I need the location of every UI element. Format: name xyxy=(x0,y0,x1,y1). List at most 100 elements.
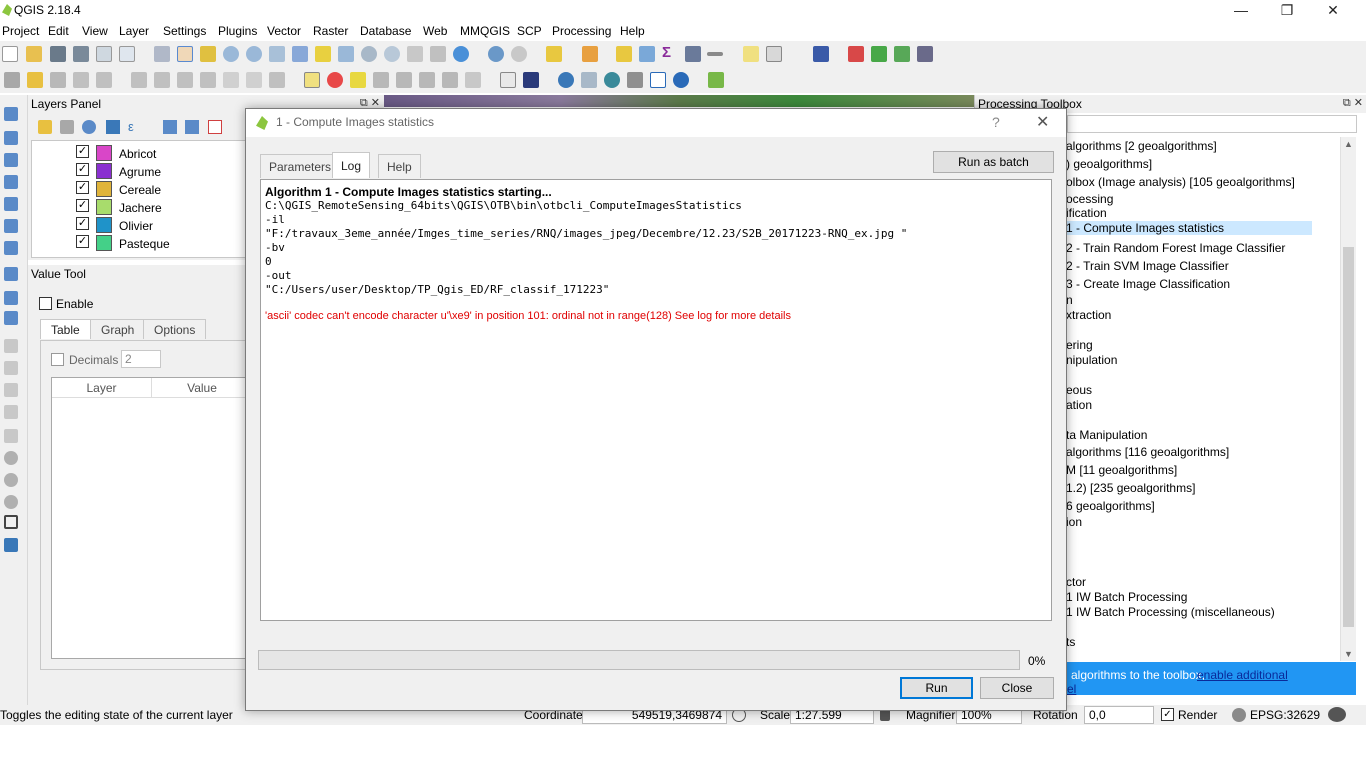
select-by-expression-icon[interactable] xyxy=(582,46,598,62)
rotate-label-icon[interactable] xyxy=(419,72,435,88)
pin-labels-icon[interactable] xyxy=(350,72,366,88)
panel-float-close-icons[interactable]: ⧉ ✕ xyxy=(1343,96,1363,110)
new-project-icon[interactable] xyxy=(2,46,18,62)
profile-chart-icon[interactable] xyxy=(650,72,666,88)
add-spatialite-icon[interactable] xyxy=(4,153,18,167)
select-features-icon[interactable] xyxy=(546,46,562,62)
minimize-button[interactable]: — xyxy=(1218,0,1264,22)
histogram-tool-2-icon[interactable] xyxy=(4,361,18,375)
pan-to-selection-icon[interactable] xyxy=(154,46,170,62)
enable-additional-link[interactable]: enable additional xyxy=(1197,668,1288,682)
tab-parameters[interactable]: Parameters xyxy=(260,154,341,178)
pan-hand-icon[interactable] xyxy=(177,46,193,62)
menu-settings[interactable]: Settings xyxy=(163,24,206,38)
enable-checkbox[interactable] xyxy=(39,297,52,310)
tab-log[interactable]: Log xyxy=(332,152,371,178)
histogram-tool-3-icon[interactable] xyxy=(4,383,18,397)
show-bookmarks-icon[interactable] xyxy=(430,46,446,62)
tree-item[interactable]: 1.2) [235 geoalgorithms] xyxy=(1066,481,1195,495)
print-composer-icon[interactable] xyxy=(96,46,112,62)
processing-history-icon[interactable] xyxy=(581,72,597,88)
dialog-close-icon[interactable]: ✕ xyxy=(1036,112,1049,132)
tree-item[interactable]: algorithms [2 geoalgorithms] xyxy=(1066,139,1217,153)
field-calculator-icon[interactable] xyxy=(685,46,701,62)
zoom-layer-icon[interactable] xyxy=(338,46,354,62)
maximize-button[interactable]: ❐ xyxy=(1264,0,1310,22)
raster-tool-1-icon[interactable] xyxy=(4,429,18,443)
menu-project[interactable]: Project xyxy=(2,24,39,38)
attribute-table-icon[interactable] xyxy=(639,46,655,62)
filter-expression-icon[interactable]: ε xyxy=(128,119,134,134)
close-button[interactable]: Close xyxy=(980,677,1054,699)
layer-visibility-checkbox[interactable]: ✓ xyxy=(76,235,89,248)
add-vector-layer-icon[interactable] xyxy=(4,107,18,121)
add-wfs-icon[interactable] xyxy=(4,267,18,281)
metasearch-icon[interactable] xyxy=(523,72,539,88)
tree-item[interactable]: ering xyxy=(1066,338,1093,352)
tree-item[interactable]: 1 IW Batch Processing xyxy=(1066,590,1187,604)
raster-tool-3-icon[interactable] xyxy=(4,473,18,487)
csw-icon[interactable] xyxy=(500,72,516,88)
tree-item[interactable]: algorithms [116 geoalgorithms] xyxy=(1066,445,1229,459)
zoom-in-icon[interactable] xyxy=(223,46,239,62)
crs-globe-icon[interactable] xyxy=(1232,708,1246,722)
zoom-last-icon[interactable] xyxy=(361,46,377,62)
layer-visibility-checkbox[interactable]: ✓ xyxy=(76,199,89,212)
menu-mmqgis[interactable]: MMQGIS xyxy=(460,24,510,38)
menu-raster[interactable]: Raster xyxy=(313,24,348,38)
scp-plugin-icon[interactable] xyxy=(708,72,724,88)
move-feature-icon[interactable] xyxy=(96,72,112,88)
deselect-icon[interactable] xyxy=(616,46,632,62)
save-edits-icon[interactable] xyxy=(50,72,66,88)
layer-style-icon[interactable] xyxy=(38,120,52,134)
layer-visibility-checkbox[interactable]: ✓ xyxy=(76,145,89,158)
tree-item[interactable]: 6 geoalgorithms] xyxy=(1066,499,1155,513)
toggle-editing-icon[interactable] xyxy=(27,72,43,88)
label-tool-icon[interactable] xyxy=(465,72,481,88)
tree-item[interactable]: 2 - Train Random Forest Image Classifier xyxy=(1066,241,1285,255)
save-as-icon[interactable] xyxy=(73,46,89,62)
tree-item[interactable]: 1 IW Batch Processing (miscellaneous) xyxy=(1066,605,1275,619)
map-tips-icon[interactable] xyxy=(743,46,759,62)
layer-visibility-checkbox[interactable]: ✓ xyxy=(76,163,89,176)
zoom-next-icon[interactable] xyxy=(384,46,400,62)
add-wcs-icon[interactable] xyxy=(4,241,18,255)
zoom-native-icon[interactable] xyxy=(269,46,285,62)
tree-item[interactable]: nipulation xyxy=(1066,353,1117,367)
expand-all-icon[interactable] xyxy=(163,120,177,134)
processing-model-icon[interactable] xyxy=(604,72,620,88)
messages-icon[interactable] xyxy=(1328,707,1346,722)
menu-edit[interactable]: Edit xyxy=(48,24,69,38)
change-label-icon[interactable] xyxy=(442,72,458,88)
tree-item[interactable]: eous xyxy=(1066,383,1092,397)
tab-help[interactable]: Help xyxy=(378,154,421,178)
tree-item[interactable]: ocessing xyxy=(1066,192,1113,206)
scroll-down-icon[interactable]: ▼ xyxy=(1344,649,1353,659)
column-header-layer[interactable]: Layer xyxy=(52,378,152,398)
add-mssql-icon[interactable] xyxy=(4,197,18,211)
collapse-all-icon[interactable] xyxy=(185,120,199,134)
plugin-tool-3-icon[interactable] xyxy=(894,46,910,62)
menu-database[interactable]: Database xyxy=(360,24,411,38)
new-shapefile-icon[interactable] xyxy=(4,311,18,325)
save-project-icon[interactable] xyxy=(50,46,66,62)
raster-tool-2-icon[interactable] xyxy=(4,451,18,465)
toolbox-search-input[interactable] xyxy=(1067,115,1357,133)
undo-icon[interactable] xyxy=(269,72,285,88)
grid-tool-icon[interactable] xyxy=(4,515,18,529)
run-action-icon[interactable] xyxy=(511,46,527,62)
tree-item[interactable]: ctor xyxy=(1066,575,1086,589)
decimals-checkbox[interactable] xyxy=(51,353,64,366)
tree-item[interactable]: xtraction xyxy=(1066,308,1111,322)
menu-layer[interactable]: Layer xyxy=(119,24,149,38)
run-button[interactable]: Run xyxy=(900,677,973,699)
run-batch-button[interactable]: Run as batch process... xyxy=(933,151,1054,189)
tab-options[interactable]: Options xyxy=(143,319,207,339)
column-header-value[interactable]: Value xyxy=(152,378,252,398)
tree-item[interactable]: 3 - Create Image Classification xyxy=(1066,277,1230,291)
delete-selected-icon[interactable] xyxy=(154,72,170,88)
move-label-icon[interactable] xyxy=(396,72,412,88)
rotation-spinbox[interactable]: 0,0 xyxy=(1084,706,1154,724)
histogram-tool-1-icon[interactable] xyxy=(4,339,18,353)
tree-item[interactable]: ts xyxy=(1066,635,1075,649)
